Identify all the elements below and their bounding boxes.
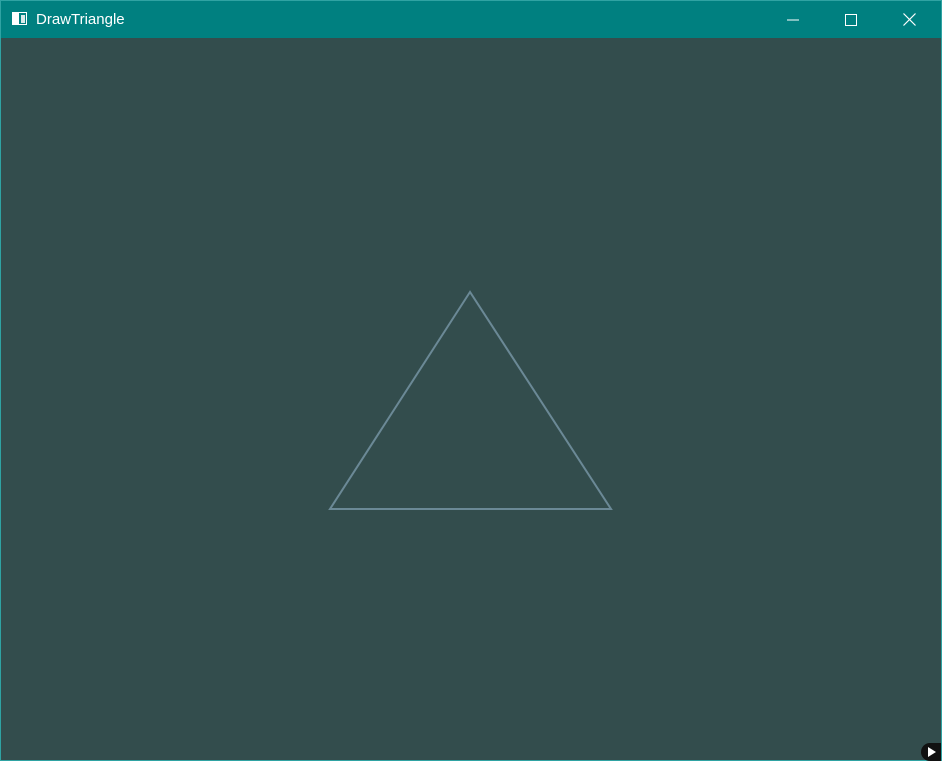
window-title: DrawTriangle [36, 11, 125, 28]
close-icon [902, 13, 916, 26]
minimize-icon [787, 19, 799, 20]
window-app-icon [12, 12, 27, 25]
play-icon [927, 747, 936, 757]
play-badge[interactable] [921, 743, 941, 761]
maximize-icon [845, 13, 857, 26]
close-button[interactable] [880, 1, 938, 38]
render-canvas[interactable] [1, 38, 941, 761]
triangle-canvas [328, 290, 613, 510]
triangle-outline [328, 290, 613, 510]
minimize-button[interactable] [764, 1, 822, 38]
maximize-button[interactable] [822, 1, 880, 38]
app-window: DrawTriangle [0, 0, 942, 761]
title-bar[interactable]: DrawTriangle [1, 1, 941, 38]
